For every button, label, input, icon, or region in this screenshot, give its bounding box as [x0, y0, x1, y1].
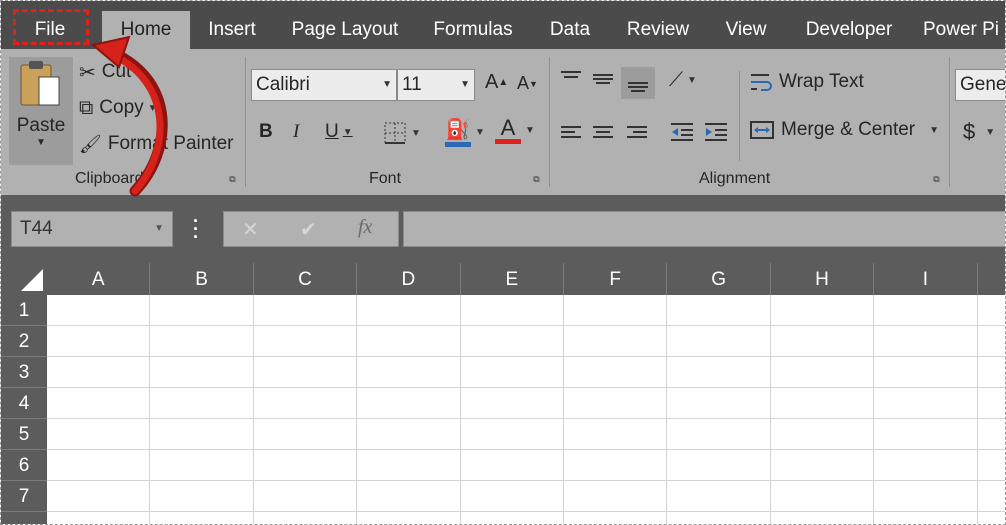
- worksheet-grid[interactable]: ABCDEFGHI 1234567: [1, 263, 1005, 524]
- annotation-arrow: [90, 35, 168, 197]
- row-gridline: [47, 387, 1005, 388]
- row-header-7[interactable]: 7: [1, 481, 47, 512]
- column-header-f[interactable]: F: [564, 263, 668, 295]
- row-gridline: [47, 511, 1005, 512]
- row-gridline: [47, 356, 1005, 357]
- row-header-2[interactable]: 2: [1, 326, 47, 357]
- column-gridline: [666, 295, 668, 524]
- select-all-corner[interactable]: [1, 263, 47, 295]
- column-gridline: [149, 295, 151, 524]
- row-header-partial[interactable]: [1, 512, 47, 524]
- row-header-6[interactable]: 6: [1, 450, 47, 481]
- column-gridline: [563, 295, 564, 524]
- row-gridline: [47, 449, 1005, 450]
- column-header-h[interactable]: H: [770, 263, 875, 295]
- column-header-c[interactable]: C: [253, 263, 358, 295]
- column-header-g[interactable]: G: [667, 263, 771, 295]
- row-header-5[interactable]: 5: [1, 419, 47, 450]
- column-header-b[interactable]: B: [150, 263, 254, 295]
- column-header-a[interactable]: A: [47, 263, 151, 295]
- column-gridline: [356, 295, 358, 524]
- column-gridline: [769, 295, 771, 524]
- row-header-4[interactable]: 4: [1, 388, 47, 419]
- column-gridline: [459, 295, 461, 524]
- column-gridline: [873, 295, 875, 524]
- row-gridline: [47, 418, 1005, 419]
- screenshot-frame: File Home Insert Page Layout Formulas Da…: [0, 0, 1006, 525]
- column-header-e[interactable]: E: [460, 263, 564, 295]
- row-gridline: [47, 480, 1005, 481]
- column-gridline: [252, 295, 254, 524]
- column-header-partial[interactable]: [977, 263, 1005, 295]
- select-all-triangle-icon: [21, 269, 43, 291]
- row-header-1[interactable]: 1: [1, 295, 47, 326]
- row-header-3[interactable]: 3: [1, 357, 47, 388]
- column-gridline: [976, 295, 978, 524]
- column-header-d[interactable]: D: [357, 263, 461, 295]
- row-gridline: [47, 325, 1005, 326]
- column-header-i[interactable]: I: [874, 263, 978, 295]
